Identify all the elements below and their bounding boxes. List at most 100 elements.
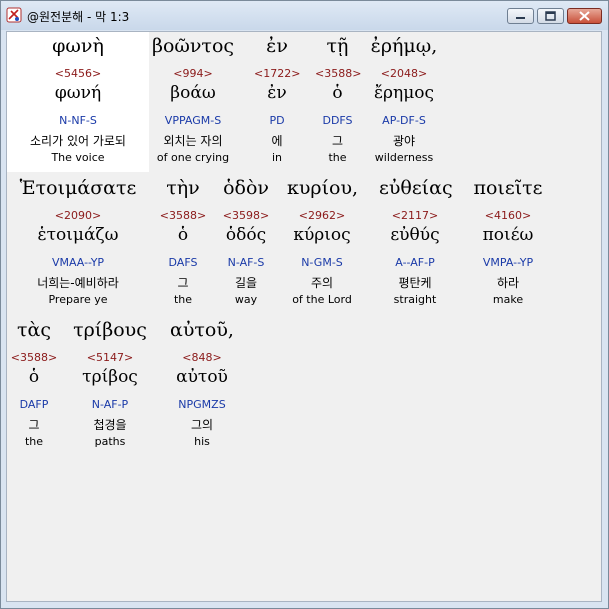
english-gloss: the [173, 293, 193, 306]
parsing-code: DAFP [19, 398, 49, 411]
verse-row: τὰς <3588> ὁ DAFP 그 the τρίβους <5147> τρίβος N-A… [7, 316, 603, 456]
parsing-code: VPPAGM-S [164, 114, 222, 127]
english-gloss: the [24, 435, 44, 448]
parsing-code: N-AF-P [91, 398, 129, 411]
korean-gloss: 그 [28, 418, 40, 432]
strong-number: <2117> [391, 209, 439, 222]
word-cell[interactable]: βοῶντος <994> βοάω VPPAGM-S 외치는 자의 of one cry… [149, 32, 237, 172]
english-gloss: Prepare ye [48, 293, 108, 306]
korean-gloss: 그 [331, 134, 344, 148]
korean-gloss: 광야 [392, 134, 416, 148]
lemma: ὁ [177, 225, 189, 245]
english-gloss: wilderness [374, 151, 434, 164]
greek-word: τὴν [166, 177, 200, 199]
maximize-button[interactable] [537, 8, 564, 24]
greek-word: βοῶντος [151, 35, 235, 57]
word-cell[interactable]: εὐθείας <2117> εὐθύς A--AF-P 평탄케 straight [379, 174, 453, 314]
lemma: βοάω [170, 83, 216, 103]
word-cell[interactable]: ἐν <1722> ἐν PD 에 in [254, 32, 300, 172]
strong-number: <4160> [484, 209, 532, 222]
greek-word: φωνὴ [52, 35, 104, 57]
strong-number: <2090> [54, 209, 102, 222]
lemma: ὁ [28, 367, 40, 387]
korean-gloss: 평탄케 [398, 276, 432, 290]
word-cell[interactable]: τὴν <3588> ὁ DAFS 그 the [157, 174, 209, 314]
word-cell[interactable]: αὐτοῦ, <848> αὐτοῦ NPGMZS 그의 his [169, 316, 235, 456]
english-gloss: way [234, 293, 258, 306]
parsing-code: DDFS [322, 114, 353, 127]
korean-gloss: 주의 [310, 276, 334, 290]
close-button[interactable] [567, 8, 602, 24]
parsing-code: VMAA--YP [51, 256, 105, 269]
lemma: ὁ [332, 83, 343, 103]
word-cell[interactable]: φωνὴ <5456> φωνή N-NF-S 소리가 있어 가로되 The voice [7, 32, 149, 172]
parsing-code: DAFS [168, 256, 198, 269]
greek-word: εὐθείας [379, 177, 453, 199]
verse-row: Ἑτοιμάσατε <2090> ἑτοιμάζω VMAA--YP 너희는-예비하라… [7, 174, 603, 314]
parsing-code: VMPA--YP [482, 256, 534, 269]
english-gloss: in [271, 151, 283, 164]
lemma: κύριος [293, 225, 351, 245]
parsing-code: N-GM-S [301, 256, 343, 269]
title-bar[interactable]: @원전분해 - 막 1:3 [1, 1, 608, 30]
english-gloss: make [492, 293, 524, 306]
greek-word: τὰς [17, 319, 51, 341]
word-cell[interactable]: τὰς <3588> ὁ DAFP 그 the [7, 316, 61, 456]
strong-number: <2962> [298, 209, 346, 222]
greek-word: κυρίου, [287, 177, 359, 199]
korean-gloss: 그 [177, 276, 189, 290]
english-gloss: his [194, 435, 210, 448]
lemma: ἐν [267, 83, 287, 103]
korean-gloss: 너희는-예비하라 [37, 276, 119, 290]
greek-word: ἐν [266, 35, 288, 57]
lemma: φωνή [54, 83, 102, 103]
maximize-icon [545, 11, 556, 21]
lemma: ποιέω [482, 225, 534, 245]
parsing-code: N-NF-S [59, 114, 97, 127]
app-window: @원전분해 - 막 1:3 φωνὴ <5456> φωνή N-NF-S 소리가 있어… [0, 0, 609, 609]
korean-gloss: 외치는 자의 [163, 134, 223, 148]
english-gloss: of the Lord [292, 293, 352, 306]
word-cell[interactable]: Ἑτοιμάσατε <2090> ἑτοιμάζω VMAA--YP 너희는-예비하라… [7, 174, 149, 314]
parsing-code: N-AF-S [227, 256, 265, 269]
korean-gloss: 소리가 있어 가로되 [30, 134, 126, 148]
parsing-code: PD [269, 114, 285, 127]
korean-gloss: 첩경을 [93, 418, 127, 432]
parsing-code: A--AF-P [395, 256, 435, 269]
english-gloss: of one crying [156, 151, 230, 164]
parsing-code: AP-DF-S [382, 114, 426, 127]
strong-number: <3598> [222, 209, 270, 222]
strong-number: <2048> [380, 67, 428, 80]
english-gloss: the [328, 151, 347, 164]
korean-gloss: 하라 [496, 276, 520, 290]
korean-gloss: 그의 [190, 418, 214, 432]
greek-word: τῇ [326, 35, 349, 57]
strong-number: <3588> [10, 351, 58, 364]
parsing-code: NPGMZS [178, 398, 226, 411]
greek-word: τρίβους [73, 319, 147, 341]
minimize-button[interactable] [507, 8, 534, 24]
strong-number: <3588> [315, 67, 362, 80]
window-title: @원전분해 - 막 1:3 [27, 10, 130, 24]
interlinear-panel: φωνὴ <5456> φωνή N-NF-S 소리가 있어 가로되 The voice β… [6, 31, 602, 602]
close-icon [579, 11, 590, 21]
lemma: τρίβος [82, 367, 138, 387]
greek-word: ὁδὸν [223, 177, 269, 199]
word-cell[interactable]: κυρίου, <2962> κύριος N-GM-S 주의 of the Lord [287, 174, 359, 314]
word-cell[interactable]: ὁδὸν <3598> ὁδός N-AF-S 길을 way [217, 174, 275, 314]
lemma: ἔρημος [373, 83, 435, 103]
word-cell[interactable]: ἐρήμῳ, <2048> ἔρημος AP-DF-S 광야 wilderness [369, 32, 439, 172]
english-gloss: The voice [51, 151, 105, 164]
word-cell[interactable]: τρίβους <5147> τρίβος N-AF-P 첩경을 paths [69, 316, 151, 456]
strong-number: <5456> [54, 67, 102, 80]
korean-gloss: 길을 [234, 276, 258, 290]
word-cell[interactable]: τῇ <3588> ὁ DDFS 그 the [315, 32, 362, 172]
lemma: ἑτοιμάζω [37, 225, 119, 245]
strong-number: <1722> [254, 67, 301, 80]
verse-row: φωνὴ <5456> φωνή N-NF-S 소리가 있어 가로되 The voice β… [7, 32, 603, 172]
app-logo-icon[interactable] [6, 7, 22, 23]
english-gloss: paths [94, 435, 126, 448]
word-cell[interactable]: ποιεῖτε <4160> ποιέω VMPA--YP 하라 make [463, 174, 553, 314]
strong-number: <994> [173, 67, 213, 80]
greek-word: Ἑτοιμάσατε [19, 177, 137, 199]
